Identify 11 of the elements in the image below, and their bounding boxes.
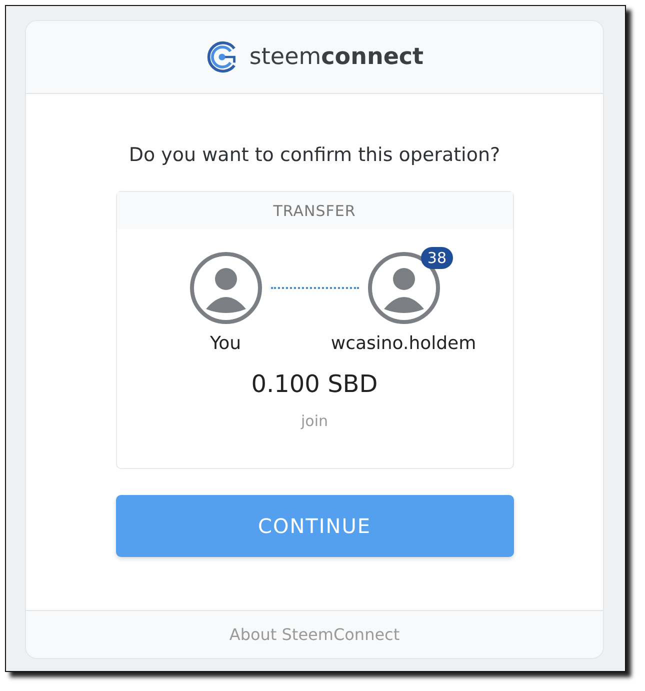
operation-title: TRANSFER: [116, 192, 512, 229]
confirm-question: Do you want to confirm this operation?: [128, 144, 500, 166]
avatar-icon: [188, 251, 262, 325]
about-link[interactable]: About SteemConnect: [229, 625, 400, 644]
reputation-badge: 38: [421, 247, 452, 269]
continue-button[interactable]: CONTINUE: [116, 495, 514, 557]
brand-name: steemconnect: [249, 44, 424, 70]
sender-name: You: [210, 333, 242, 354]
transfer-memo: join: [300, 412, 328, 430]
recipient-name: wcasino.holdem: [330, 333, 476, 354]
transfer-amount: 0.100 SBD: [251, 370, 378, 398]
